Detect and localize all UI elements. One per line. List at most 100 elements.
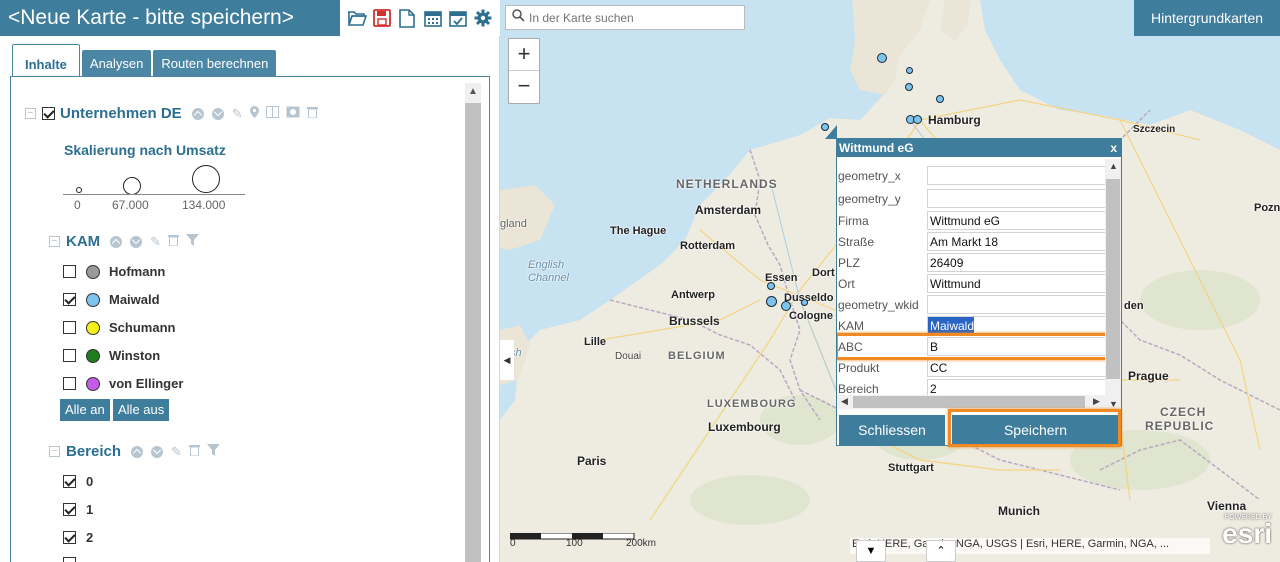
scroll-up-icon[interactable]: ▲ <box>1109 161 1118 171</box>
search-input[interactable] <box>529 10 739 25</box>
all-off-button[interactable]: Alle aus <box>113 399 170 421</box>
edit-pencil-icon[interactable]: ✎ <box>150 234 161 250</box>
company-marker[interactable] <box>877 53 887 63</box>
close-icon[interactable]: x <box>1110 139 1117 157</box>
gear-icon[interactable] <box>473 8 493 28</box>
filter-icon[interactable] <box>206 444 220 459</box>
delete-trash-icon[interactable] <box>306 106 318 121</box>
scroll-thumb[interactable] <box>853 396 1085 408</box>
sublayer-title-bereich[interactable]: Bereich <box>66 443 121 460</box>
company-marker[interactable] <box>766 296 777 307</box>
bereich-item[interactable]: 1 <box>63 502 93 517</box>
move-down-icon[interactable] <box>130 235 143 248</box>
company-marker[interactable] <box>905 83 913 91</box>
tab-inhalte[interactable]: Inhalte <box>12 44 80 77</box>
new-file-icon[interactable] <box>397 8 417 28</box>
kam-item[interactable]: Winston <box>63 348 160 363</box>
filter-icon[interactable] <box>186 234 200 249</box>
map-view[interactable]: Hamburg Szczecin NETHERLANDS Amsterdam T… <box>500 0 1280 562</box>
kam-checkbox[interactable] <box>63 293 76 306</box>
collapse-icon[interactable]: − <box>25 108 36 119</box>
chevron-down-icon[interactable]: ▼ <box>856 540 886 562</box>
kam-checkbox[interactable] <box>63 377 76 390</box>
bereich-item[interactable]: 0 <box>63 474 93 489</box>
scroll-thumb[interactable] <box>465 103 481 562</box>
company-marker[interactable] <box>936 95 944 103</box>
attribute-key: geometry_x <box>838 168 901 183</box>
bereich-checkbox[interactable] <box>63 503 76 516</box>
kam-item[interactable]: Hofmann <box>63 264 165 279</box>
edit-pencil-icon[interactable]: ✎ <box>171 444 182 460</box>
kam-label: von Ellinger <box>109 376 184 391</box>
scale-bar: 0 100 200km <box>509 530 656 549</box>
attribute-value-field[interactable] <box>927 358 1107 377</box>
esri-logo: POWERED BY esri <box>1222 514 1272 550</box>
zoom-in-button[interactable]: + <box>509 39 539 71</box>
company-marker[interactable] <box>767 282 775 290</box>
attribute-value-field[interactable] <box>927 211 1107 230</box>
kam-item[interactable]: Maiwald <box>63 292 160 307</box>
company-marker[interactable] <box>913 115 922 124</box>
move-down-icon[interactable] <box>211 107 224 120</box>
panel-collapse-handle[interactable]: ◀ <box>500 340 514 380</box>
bereich-checkbox[interactable] <box>63 557 76 562</box>
bereich-checkbox[interactable] <box>63 531 76 544</box>
move-up-icon[interactable] <box>191 107 204 120</box>
close-popup-button[interactable]: Schliessen <box>839 415 945 445</box>
all-on-button[interactable]: Alle an <box>60 399 110 421</box>
tab-routen-berechnen[interactable]: Routen berechnen <box>153 50 277 77</box>
bereich-item[interactable]: 2 <box>63 530 93 545</box>
table-icon[interactable] <box>265 106 279 121</box>
attribute-value-field[interactable] <box>927 232 1107 251</box>
attribute-value-field[interactable] <box>927 253 1107 272</box>
contents-scrollbar[interactable]: ▲ <box>465 83 481 562</box>
popup-vertical-scrollbar[interactable]: ▲ ▼ <box>1105 159 1121 413</box>
move-down-icon[interactable] <box>151 445 164 458</box>
attribute-value-field[interactable] <box>927 295 1107 314</box>
scroll-up-icon[interactable]: ▲ <box>465 83 481 101</box>
chevron-up-icon[interactable]: ⌃ <box>926 540 956 562</box>
sublayer-title-kam[interactable]: KAM <box>66 233 100 250</box>
collapse-icon[interactable]: − <box>49 236 60 247</box>
edit-pencil-icon[interactable]: ✎ <box>232 106 243 122</box>
kam-checkbox[interactable] <box>63 321 76 334</box>
scale-label-0: 0 <box>510 538 516 549</box>
company-marker[interactable] <box>801 299 808 306</box>
attribute-value-field[interactable] <box>927 189 1107 208</box>
image-icon[interactable] <box>286 106 300 121</box>
delete-trash-icon[interactable] <box>188 444 200 459</box>
kam-item[interactable]: Schumann <box>63 320 175 335</box>
basemap-button[interactable]: Hintergrundkarten <box>1134 0 1280 36</box>
popup-horizontal-scrollbar[interactable]: ◀ ▶ <box>837 395 1107 409</box>
map-search-box[interactable] <box>505 5 745 30</box>
scroll-left-icon[interactable]: ◀ <box>841 396 848 407</box>
scroll-down-icon[interactable]: ▼ <box>1109 399 1118 409</box>
scroll-thumb[interactable] <box>1106 179 1120 379</box>
popup-title: Wittmund eG <box>839 141 914 155</box>
map-label-czech-2: REPUBLIC <box>1145 419 1215 433</box>
kam-checkbox[interactable] <box>63 349 76 362</box>
tab-analysen[interactable]: Analysen <box>81 50 152 77</box>
scroll-right-icon[interactable]: ▶ <box>1093 396 1100 407</box>
kam-item[interactable]: von Ellinger <box>63 376 183 391</box>
calendar-icon[interactable] <box>423 8 443 28</box>
layer-visibility-checkbox[interactable] <box>42 107 55 120</box>
folder-open-icon[interactable] <box>347 8 367 28</box>
save-icon[interactable] <box>372 8 392 28</box>
collapse-icon[interactable]: − <box>49 446 60 457</box>
company-marker[interactable] <box>906 67 913 74</box>
zoom-out-button[interactable]: − <box>509 71 539 103</box>
bereich-checkbox[interactable] <box>63 475 76 488</box>
layer-title[interactable]: Unternehmen DE <box>60 105 182 122</box>
map-title[interactable]: <Neue Karte - bitte speichern> <box>0 0 340 36</box>
move-up-icon[interactable] <box>131 445 144 458</box>
company-marker[interactable] <box>781 301 791 311</box>
attribute-value-field[interactable] <box>927 274 1107 293</box>
bereich-item[interactable] <box>63 557 86 562</box>
move-up-icon[interactable] <box>110 235 123 248</box>
kam-checkbox[interactable] <box>63 265 76 278</box>
location-pin-icon[interactable] <box>249 106 259 121</box>
delete-trash-icon[interactable] <box>168 234 180 249</box>
attribute-value-field[interactable] <box>927 166 1107 185</box>
calendar-check-icon[interactable] <box>448 8 468 28</box>
